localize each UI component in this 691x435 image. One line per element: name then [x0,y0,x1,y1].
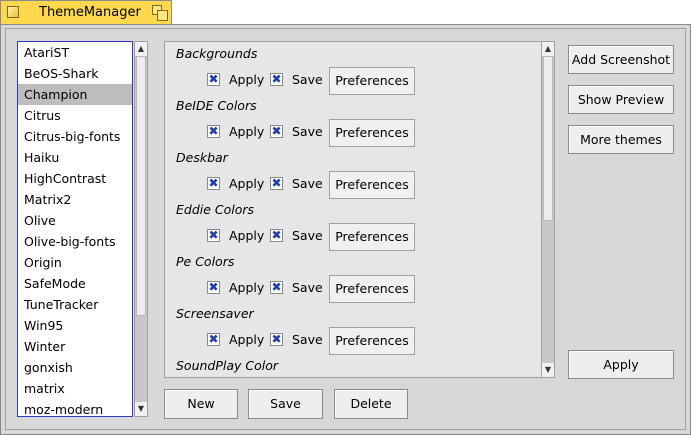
theme-list-item[interactable]: Citrus [18,105,132,126]
apply-checkbox[interactable]: ✖ [207,281,220,294]
zoom-icon[interactable] [152,5,168,21]
save-checkbox[interactable]: ✖ [270,229,283,242]
new-button[interactable]: New [164,389,238,419]
scroll-down-icon[interactable]: ▼ [135,402,147,416]
save-label: Save [292,124,323,139]
window-title: ThemeManager [39,5,141,20]
window-tab[interactable]: ThemeManager [0,0,172,24]
scroll-up-icon[interactable]: ▲ [135,42,147,56]
save-checkbox[interactable]: ✖ [270,177,283,190]
preferences-button[interactable]: Preferences [329,171,415,199]
scroll-thumb[interactable] [136,56,146,316]
theme-list-item[interactable]: HighContrast [18,168,132,189]
theme-list-item[interactable]: Olive [18,210,132,231]
save-checkbox[interactable]: ✖ [270,281,283,294]
apply-checkbox[interactable]: ✖ [207,229,220,242]
theme-list-scrollbar[interactable]: ▲ ▼ [134,41,148,417]
apply-label: Apply [229,332,265,347]
theme-list-item[interactable]: matrix [18,378,132,399]
apply-label: Apply [229,228,265,243]
addons-panel: Backgrounds ✖ Apply ✖ Save Preferences BeIDE C… [164,41,544,378]
save-label: Save [292,228,323,243]
addon-title: Screensaver [176,306,254,321]
theme-list-item[interactable]: Matrix2 [18,189,132,210]
addon-title: Deskbar [176,150,228,165]
theme-list-item[interactable]: AtariST [18,42,132,63]
theme-list-item[interactable]: gonxish [18,357,132,378]
close-icon[interactable] [7,6,19,18]
save-label: Save [292,280,323,295]
more-themes-button[interactable]: More themes [568,125,674,154]
apply-label: Apply [229,72,265,87]
preferences-button[interactable]: Preferences [329,223,415,251]
save-checkbox[interactable]: ✖ [270,73,283,86]
apply-checkbox[interactable]: ✖ [207,333,220,346]
addon-title: Backgrounds [176,46,258,61]
addon-title: Pe Colors [176,254,235,269]
theme-list[interactable]: AtariST BeOS-Shark Champion Citrus Citrus-bi… [17,41,133,417]
add-screenshot-button[interactable]: Add Screenshot [568,45,674,74]
apply-checkbox[interactable]: ✖ [207,177,220,190]
scroll-up-icon[interactable]: ▲ [542,42,554,56]
theme-list-item[interactable]: Citrus-big-fonts [18,126,132,147]
theme-list-item[interactable]: Olive-big-fonts [18,231,132,252]
theme-list-item[interactable]: Win95 [18,315,132,336]
scroll-thumb[interactable] [543,56,553,221]
theme-list-item[interactable]: TuneTracker [18,294,132,315]
save-button[interactable]: Save [248,389,323,419]
preferences-button[interactable]: Preferences [329,67,415,95]
theme-list-item[interactable]: BeOS-Shark [18,63,132,84]
apply-checkbox[interactable]: ✖ [207,125,220,138]
save-label: Save [292,332,323,347]
scroll-down-icon[interactable]: ▼ [542,363,554,377]
apply-button[interactable]: Apply [568,350,674,379]
theme-list-item[interactable]: Champion [18,84,132,105]
theme-list-item[interactable]: SafeMode [18,273,132,294]
preferences-button[interactable]: Preferences [329,275,415,303]
addon-title: BeIDE Colors [176,98,257,113]
theme-list-item[interactable]: Origin [18,252,132,273]
apply-label: Apply [229,176,265,191]
apply-checkbox[interactable]: ✖ [207,73,220,86]
addons-scrollbar[interactable]: ▲ ▼ [541,41,555,378]
theme-list-item[interactable]: Winter [18,336,132,357]
save-checkbox[interactable]: ✖ [270,333,283,346]
theme-list-item[interactable]: Haiku [18,147,132,168]
apply-label: Apply [229,124,265,139]
delete-button[interactable]: Delete [334,389,408,419]
save-label: Save [292,72,323,87]
save-label: Save [292,176,323,191]
theme-list-item[interactable]: moz-modern [18,399,132,416]
show-preview-button[interactable]: Show Preview [568,85,674,114]
apply-label: Apply [229,280,265,295]
preferences-button[interactable]: Preferences [329,327,415,355]
addon-title: SoundPlay Color [176,358,279,373]
save-checkbox[interactable]: ✖ [270,125,283,138]
addon-title: Eddie Colors [176,202,255,217]
preferences-button[interactable]: Preferences [329,119,415,147]
